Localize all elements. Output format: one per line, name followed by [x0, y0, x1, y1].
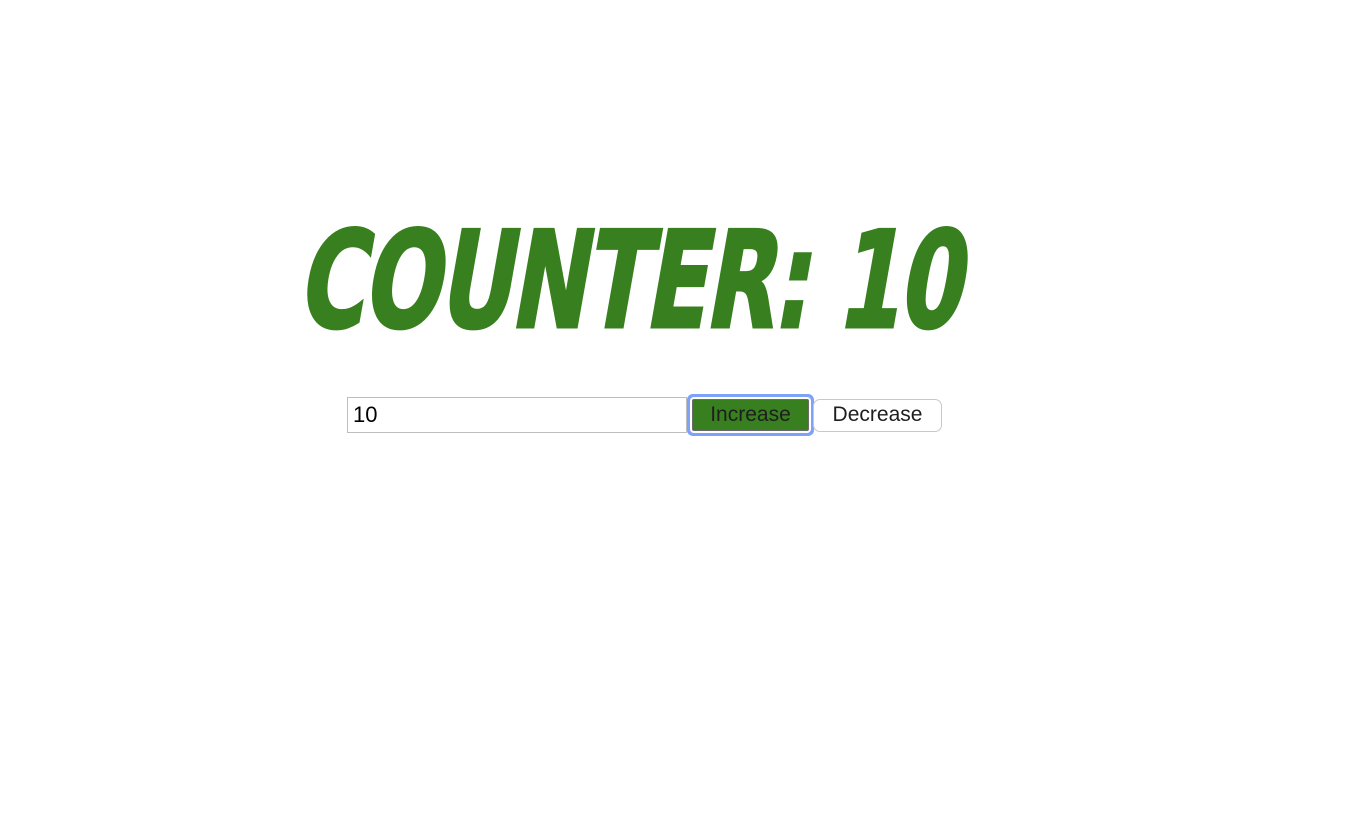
increase-button[interactable]: Increase [692, 399, 809, 431]
decrease-button[interactable]: Decrease [813, 398, 942, 432]
counter-controls: Increase Decrease [347, 397, 942, 433]
counter-app: Counter: 10 Increase Decrease [0, 0, 1346, 820]
counter-title: Counter: 10 [290, 202, 982, 360]
counter-value-input[interactable] [347, 397, 687, 433]
